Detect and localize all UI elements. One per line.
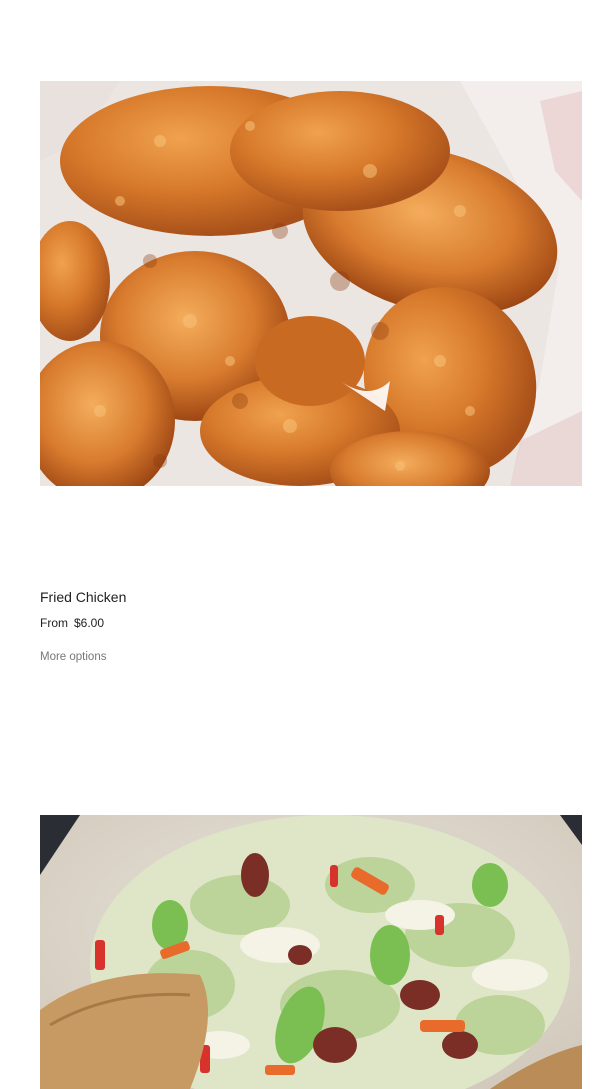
product-title[interactable]: Fried Chicken xyxy=(40,589,126,605)
product-card xyxy=(40,815,582,1089)
product-card: Fried Chicken From $6.00 More options xyxy=(40,81,582,663)
more-options-link[interactable]: More options xyxy=(40,651,106,663)
product-image-fried-cabbage[interactable] xyxy=(40,815,582,1089)
product-image-fried-chicken[interactable] xyxy=(40,81,582,486)
price-prefix: From xyxy=(40,616,68,630)
product-price: From $6.00 xyxy=(40,616,104,630)
price-value: $6.00 xyxy=(74,616,105,630)
